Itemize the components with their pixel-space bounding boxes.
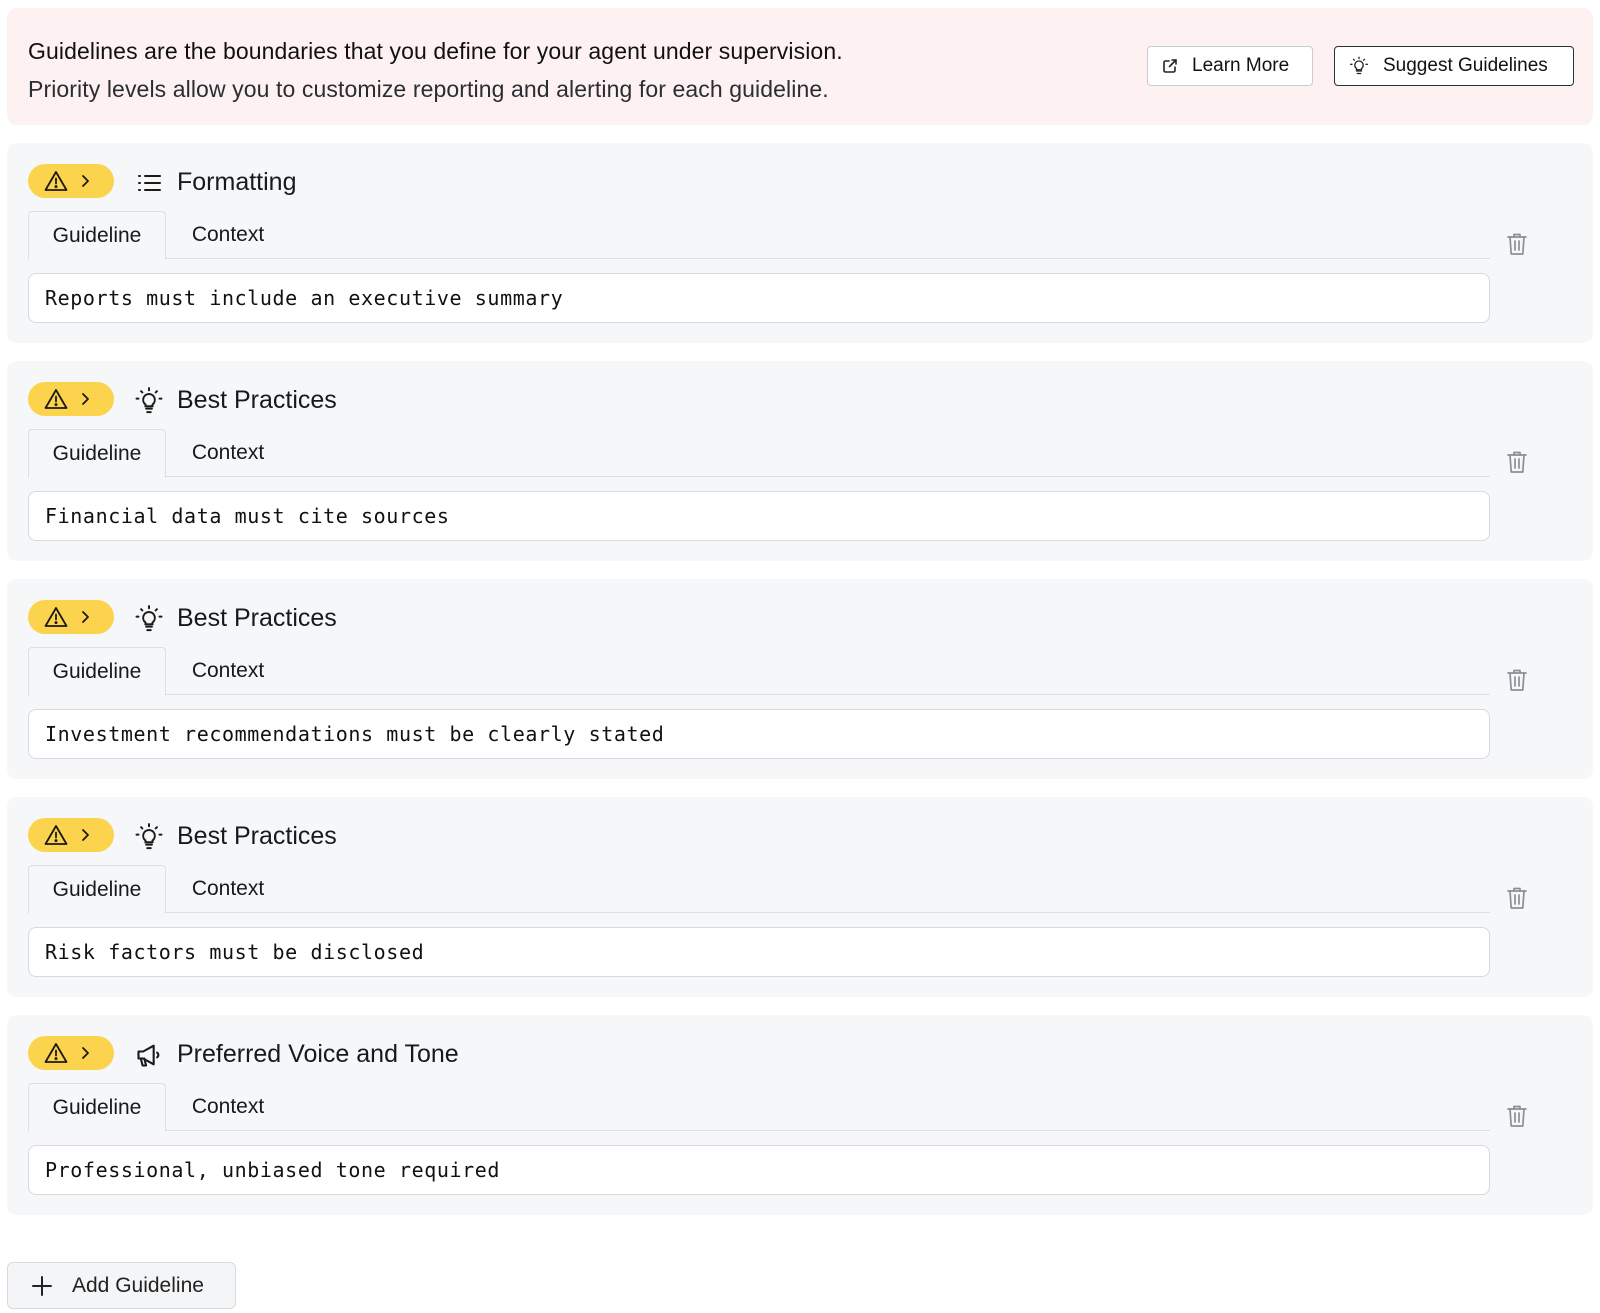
add-guideline-label: Add Guideline bbox=[72, 1273, 204, 1297]
chevron-right-icon bbox=[82, 1047, 89, 1059]
learn-more-label: Learn More bbox=[1192, 55, 1290, 76]
guideline-tabs: Guideline Context bbox=[28, 865, 1490, 914]
lightbulb-icon bbox=[135, 605, 163, 633]
tab-context[interactable]: Context bbox=[166, 1083, 290, 1131]
priority-selector[interactable] bbox=[28, 818, 114, 852]
warning-triangle-icon bbox=[44, 607, 68, 627]
guideline-card: Best Practices Guideline Context Financi… bbox=[7, 361, 1593, 561]
trash-icon[interactable] bbox=[1505, 449, 1529, 475]
guideline-tabs: Guideline Context bbox=[28, 211, 1490, 260]
trash-icon[interactable] bbox=[1505, 1103, 1529, 1129]
suggest-guidelines-button[interactable]: Suggest Guidelines bbox=[1334, 46, 1574, 86]
lightbulb-icon bbox=[1350, 56, 1368, 75]
category-title: Best Practices bbox=[177, 386, 337, 414]
guideline-card: Formatting Guideline Context Reports mus… bbox=[7, 143, 1593, 343]
guideline-tabs: Guideline Context bbox=[28, 1083, 1490, 1132]
warning-triangle-icon bbox=[44, 389, 68, 409]
guideline-text-field[interactable]: Financial data must cite sources bbox=[28, 491, 1490, 541]
suggest-guidelines-label: Suggest Guidelines bbox=[1383, 55, 1548, 76]
guideline-card: Best Practices Guideline Context Investm… bbox=[7, 579, 1593, 779]
guideline-card: Preferred Voice and Tone Guideline Conte… bbox=[7, 1015, 1593, 1215]
lightbulb-icon bbox=[135, 387, 163, 415]
warning-triangle-icon bbox=[44, 825, 68, 845]
learn-more-button[interactable]: Learn More bbox=[1147, 46, 1313, 86]
warning-triangle-icon bbox=[44, 171, 68, 191]
priority-selector[interactable] bbox=[28, 164, 114, 198]
tab-guideline[interactable]: Guideline bbox=[28, 211, 166, 260]
tab-context[interactable]: Context bbox=[166, 865, 290, 913]
category-title: Best Practices bbox=[177, 604, 337, 632]
external-link-icon bbox=[1163, 59, 1177, 73]
tab-guideline[interactable]: Guideline bbox=[28, 429, 166, 478]
chevron-right-icon bbox=[82, 393, 89, 405]
category-title: Formatting bbox=[177, 168, 297, 196]
guideline-card: Best Practices Guideline Context Risk fa… bbox=[7, 797, 1593, 997]
tab-guideline[interactable]: Guideline bbox=[28, 647, 166, 696]
priority-selector[interactable] bbox=[28, 382, 114, 416]
banner-subtitle: Priority levels allow you to customize r… bbox=[28, 76, 829, 102]
priority-selector[interactable] bbox=[28, 1036, 114, 1070]
tab-guideline[interactable]: Guideline bbox=[28, 1083, 166, 1132]
tab-context[interactable]: Context bbox=[166, 647, 290, 695]
plus-icon bbox=[32, 1275, 52, 1296]
chevron-right-icon bbox=[82, 611, 89, 623]
guideline-text-field[interactable]: Risk factors must be disclosed bbox=[28, 927, 1490, 977]
tab-context[interactable]: Context bbox=[166, 429, 290, 477]
lightbulb-icon bbox=[135, 823, 163, 851]
guideline-tabs: Guideline Context bbox=[28, 429, 1490, 478]
guideline-text-field[interactable]: Investment recommendations must be clear… bbox=[28, 709, 1490, 759]
add-guideline-button[interactable]: Add Guideline bbox=[7, 1262, 236, 1309]
priority-selector[interactable] bbox=[28, 600, 114, 634]
list-icon bbox=[135, 169, 163, 197]
megaphone-icon bbox=[135, 1041, 163, 1069]
tab-guideline[interactable]: Guideline bbox=[28, 865, 166, 914]
guideline-tabs: Guideline Context bbox=[28, 647, 1490, 696]
warning-triangle-icon bbox=[44, 1043, 68, 1063]
guideline-text-field[interactable]: Reports must include an executive summar… bbox=[28, 273, 1490, 323]
trash-icon[interactable] bbox=[1505, 667, 1529, 693]
tab-context[interactable]: Context bbox=[166, 211, 290, 259]
info-banner: Guidelines are the boundaries that you d… bbox=[7, 8, 1593, 125]
chevron-right-icon bbox=[82, 829, 89, 841]
chevron-right-icon bbox=[82, 175, 89, 187]
banner-title: Guidelines are the boundaries that you d… bbox=[28, 38, 843, 64]
category-title: Best Practices bbox=[177, 822, 337, 850]
category-title: Preferred Voice and Tone bbox=[177, 1040, 459, 1068]
trash-icon[interactable] bbox=[1505, 231, 1529, 257]
trash-icon[interactable] bbox=[1505, 885, 1529, 911]
guideline-text-field[interactable]: Professional, unbiased tone required bbox=[28, 1145, 1490, 1195]
